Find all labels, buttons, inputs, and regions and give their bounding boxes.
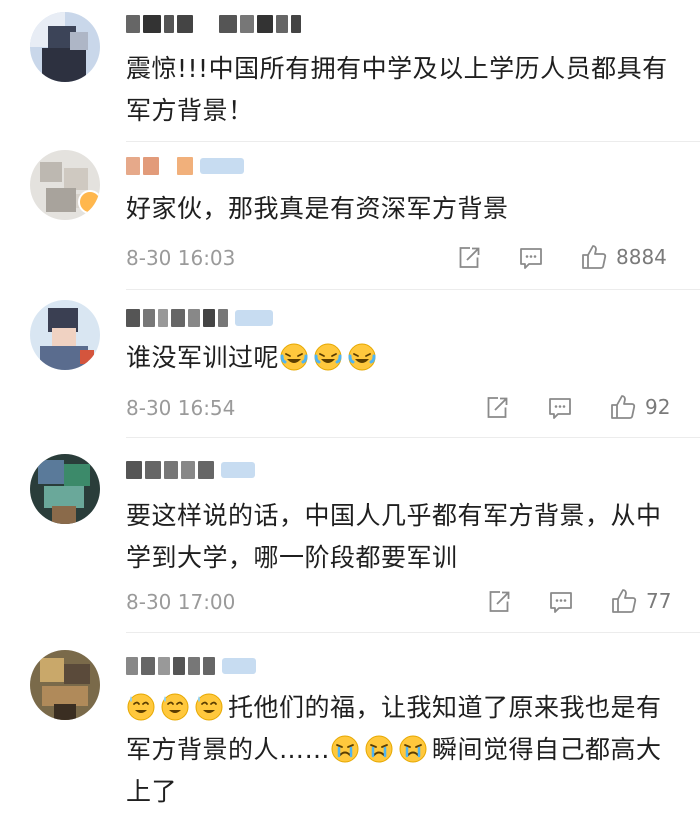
divider [126, 437, 700, 438]
comment-text: 要这样说的话，中国人几乎都有军方背景，从中学到大学，哪一阶段都要军训 [126, 501, 662, 572]
comment-icon[interactable] [547, 395, 573, 421]
avatar[interactable] [30, 650, 100, 720]
username[interactable] [126, 306, 273, 330]
share-icon[interactable] [456, 245, 482, 271]
crying-emoji [365, 735, 393, 763]
comment-meta: 8-30 17:00 77 [126, 587, 686, 617]
comment-icon[interactable] [518, 245, 544, 271]
like-icon [612, 589, 637, 613]
avatar-image [30, 650, 100, 720]
comment-text: 谁没军训过呢 [126, 337, 671, 379]
divider [126, 289, 700, 290]
like-count: 8884 [616, 245, 667, 269]
avatar-image [30, 300, 100, 370]
comment-text: 托他们的福，让我知道了原来我也是有军方背景的人…… 瞬间觉得自己都高大上了 [126, 693, 662, 806]
avatar[interactable] [30, 454, 100, 524]
sweat-smile-emoji [195, 693, 223, 721]
username[interactable] [126, 654, 256, 678]
divider [126, 632, 700, 633]
comment-text: 震惊!!!中国所有拥有中学及以上学历人员都具有军方背景！ [126, 54, 668, 125]
avatar[interactable] [30, 150, 100, 220]
crying-emoji [331, 735, 359, 763]
crying-emoji [399, 735, 427, 763]
like-count: 77 [646, 589, 672, 613]
username[interactable] [126, 154, 244, 178]
like-button[interactable]: 92 [609, 393, 670, 421]
avatar[interactable] [30, 300, 100, 370]
like-count: 92 [645, 395, 671, 419]
username[interactable] [126, 458, 255, 482]
like-icon [611, 395, 636, 419]
comment-time: 8-30 17:00 [126, 590, 236, 614]
divider [126, 141, 700, 142]
share-icon[interactable] [484, 395, 510, 421]
laughing-crying-emoji [280, 343, 308, 371]
comment-time: 8-30 16:03 [126, 246, 236, 270]
sweat-smile-emoji [127, 693, 155, 721]
laughing-crying-emoji [348, 343, 376, 371]
comment-icon[interactable] [548, 589, 574, 615]
comment-meta: 8-30 16:54 92 [126, 393, 686, 423]
like-icon [582, 245, 607, 269]
verified-badge [78, 190, 100, 214]
like-button[interactable]: 8884 [580, 243, 667, 271]
share-icon[interactable] [486, 589, 512, 615]
avatar[interactable] [30, 12, 100, 82]
avatar-image [30, 12, 100, 82]
comment-time: 8-30 16:54 [126, 396, 236, 420]
comment-text: 好家伙，那我真是有资深军方背景 [126, 194, 509, 223]
laughing-crying-emoji [314, 343, 342, 371]
username[interactable] [126, 12, 301, 36]
comment-meta: 8-30 16:03 8884 [126, 243, 686, 273]
like-button[interactable]: 77 [610, 587, 671, 615]
avatar-image [30, 454, 100, 524]
sweat-smile-emoji [161, 693, 189, 721]
